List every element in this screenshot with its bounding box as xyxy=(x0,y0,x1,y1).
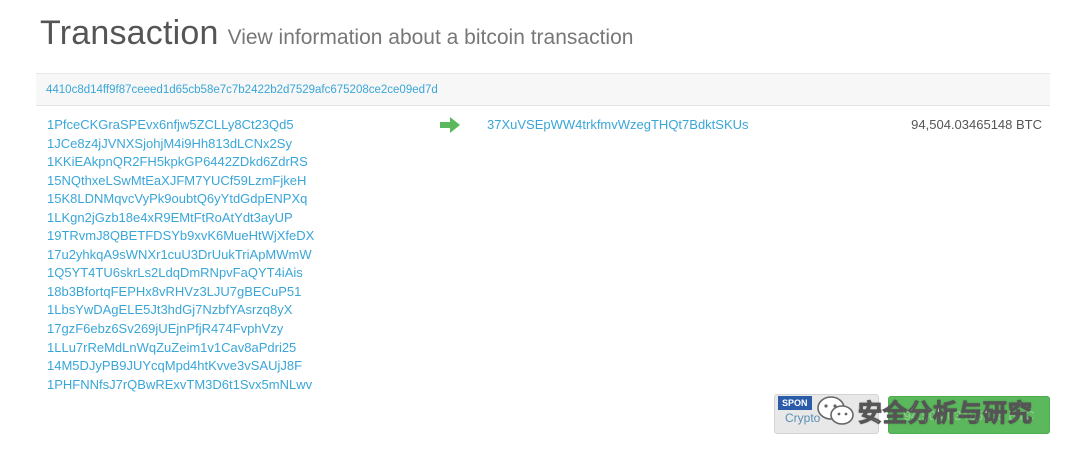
list-item: 1PHFNNfsJ7rQBwRExvTM3D6t1Svx5mNLwv xyxy=(47,376,314,395)
page-title: Transaction xyxy=(40,14,219,52)
page-header: Transaction View information about a bit… xyxy=(40,14,633,53)
list-item: 17gzF6ebz6Sv269jUEjnPfjR474FvphVzy xyxy=(47,320,314,339)
input-address-link[interactable]: 1JCe8z4jJVNXSjohjM4i9Hh813dLCNx2Sy xyxy=(47,136,292,151)
input-address-link[interactable]: 15K8LDNMqvcVyPk9oubtQ6yYtdGdpENPXq xyxy=(47,191,307,206)
list-item: 15NQthxeLSwMtEaXJFM7YUCf59LzmFjkeH xyxy=(47,172,314,191)
input-address-link[interactable]: 1KKiEAkpnQR2FH5kpkGP6442ZDkd6ZdrRS xyxy=(47,154,308,169)
input-address-link[interactable]: 19TRvmJ8QBETFDSYb9xvK6MueHtWjXfeDX xyxy=(47,228,314,243)
watermark: 安全分析与研究 xyxy=(816,393,1033,428)
transaction-hash-bar: 4410c8d14ff9f87ceeed1d65cb58e7c7b2422b2d… xyxy=(36,73,1050,106)
wechat-icon xyxy=(817,395,854,425)
input-address-link[interactable]: 15NQthxeLSwMtEaXJFM7YUCf59LzmFjkeH xyxy=(47,173,306,188)
output-address-link[interactable]: 37XuVSEpWW4trkfmvWzegTHQt7BdktSKUs xyxy=(487,116,749,134)
arrow-right-icon xyxy=(440,117,460,133)
list-item: 14M5DJyPB9JUYcqMpd4htKvve3vSAUjJ8F xyxy=(47,357,314,376)
list-item: 1KKiEAkpnQR2FH5kpkGP6442ZDkd6ZdrRS xyxy=(47,153,314,172)
input-address-link[interactable]: 17u2yhkqA9sWNXr1cuU3DrUukTriApMWmW xyxy=(47,247,312,262)
page-subtitle: View information about a bitcoin transac… xyxy=(227,26,634,49)
inputs-list: 1PfceCKGraSPEvx6nfjw5ZCLLy8Ct23Qd5 1JCe8… xyxy=(47,116,314,394)
list-item: 18b3BfortqFEPHx8vRHVz3LJU7gBECuP51 xyxy=(47,283,314,302)
output-amount: 94,504.03465148 BTC xyxy=(911,117,1042,132)
list-item: 1JCe8z4jJVNXSjohjM4i9Hh813dLCNx2Sy xyxy=(47,135,314,154)
list-item: 15K8LDNMqvcVyPk9oubtQ6yYtdGdpENPXq xyxy=(47,190,314,209)
input-address-link[interactable]: 1LLu7rReMdLnWqZuZeim1v1Cav8aPdri25 xyxy=(47,340,296,355)
list-item: 19TRvmJ8QBETFDSYb9xvK6MueHtWjXfeDX xyxy=(47,227,314,246)
list-item: 17u2yhkqA9sWNXr1cuU3DrUukTriApMWmW xyxy=(47,246,314,265)
transaction-hash-link[interactable]: 4410c8d14ff9f87ceeed1d65cb58e7c7b2422b2d… xyxy=(46,84,438,96)
input-address-link[interactable]: 1LbsYwDAgELE5Jt3hdGj7NzbfYAsrzq8yX xyxy=(47,302,292,317)
input-address-link[interactable]: 14M5DJyPB9JUYcqMpd4htKvve3vSAUjJ8F xyxy=(47,358,302,373)
list-item: 1Q5YT4TU6skrLs2LdqDmRNpvFaQYT4iAis xyxy=(47,264,314,283)
input-address-link[interactable]: 1PfceCKGraSPEvx6nfjw5ZCLLy8Ct23Qd5 xyxy=(47,117,294,132)
list-item: 1LKgn2jGzb18e4xR9EMtFtRoAtYdt3ayUP xyxy=(47,209,314,228)
sponsored-badge: SPON xyxy=(778,396,812,410)
input-address-link[interactable]: 1LKgn2jGzb18e4xR9EMtFtRoAtYdt3ayUP xyxy=(47,210,293,225)
list-item: 1LbsYwDAgELE5Jt3hdGj7NzbfYAsrzq8yX xyxy=(47,301,314,320)
list-item: 1LLu7rReMdLnWqZuZeim1v1Cav8aPdri25 xyxy=(47,339,314,358)
input-address-link[interactable]: 18b3BfortqFEPHx8vRHVz3LJU7gBECuP51 xyxy=(47,284,301,299)
watermark-text: 安全分析与研究 xyxy=(858,400,1033,428)
list-item: 1PfceCKGraSPEvx6nfjw5ZCLLy8Ct23Qd5 xyxy=(47,116,314,135)
input-address-link[interactable]: 17gzF6ebz6Sv269jUEjnPfjR474FvphVzy xyxy=(47,321,283,336)
input-address-link[interactable]: 1PHFNNfsJ7rQBwRExvTM3D6t1Svx5mNLwv xyxy=(47,377,312,392)
input-address-link[interactable]: 1Q5YT4TU6skrLs2LdqDmRNpvFaQYT4iAis xyxy=(47,265,303,280)
